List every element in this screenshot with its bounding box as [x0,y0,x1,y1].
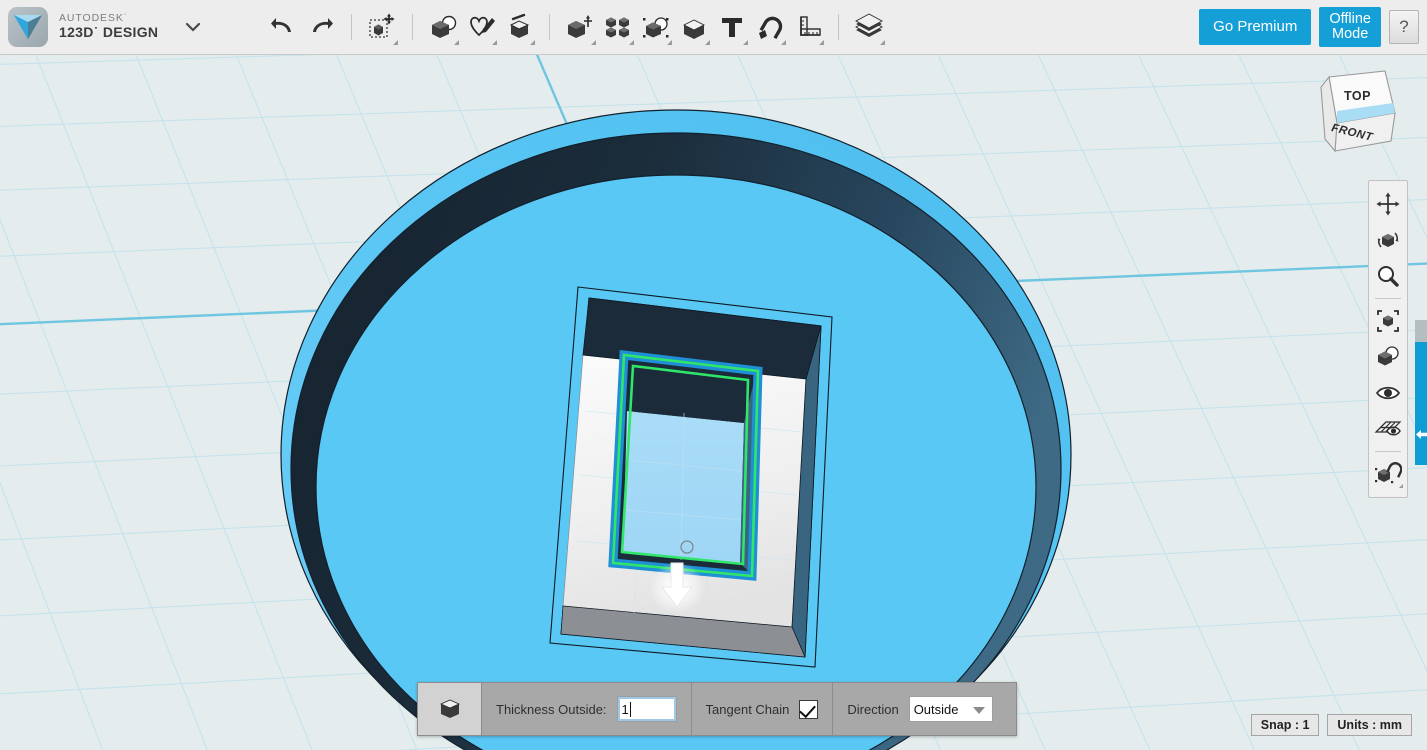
visibility-eye-icon[interactable] [1371,376,1405,410]
combine-cube-icon[interactable] [675,5,713,49]
thickness-group: Thickness Outside: 1 [482,683,692,735]
view-navigation-toolbar [1368,180,1408,498]
brand-text: AUTODESK˙ 123D˙ DESIGN [59,13,158,40]
pattern-grid-icon[interactable] [599,5,637,49]
offline-mode-line1: Offline [1329,12,1371,27]
go-premium-button[interactable]: Go Premium [1199,9,1311,45]
sketch-pen-icon[interactable] [462,5,500,49]
chevron-down-icon [973,707,985,714]
view-scroll-slider[interactable] [1415,320,1427,465]
extrude-direction-arrow-icon[interactable] [649,562,705,614]
thickness-label: Thickness Outside: [496,702,607,717]
direction-value: Outside [914,702,959,717]
zoom-magnifier-icon[interactable] [1371,259,1405,293]
help-button[interactable]: ? [1389,10,1419,44]
top-toolbar: AUTODESK˙ 123D˙ DESIGN [0,0,1427,55]
units-status[interactable]: Units : mm [1327,714,1412,736]
thickness-input-value: 1 [622,702,629,717]
slider-track-active[interactable] [1415,342,1427,465]
status-bar: Snap : 1 Units : mm [1251,714,1412,736]
top-right-actions: Go Premium Offline Mode ? [1199,7,1427,47]
shell-thickness-icon [418,683,482,735]
construct-extrude-icon[interactable] [500,5,538,49]
shell-tool-dialog: Thickness Outside: 1 Tangent Chain Direc… [417,682,1017,736]
modeling-tools [424,5,888,49]
modify-cube-icon[interactable] [561,5,599,49]
orbit-icon[interactable] [1371,223,1405,257]
direction-label: Direction [847,702,898,717]
undo-arrow-icon[interactable] [264,5,302,49]
tangent-chain-label: Tangent Chain [706,702,790,717]
brand-area[interactable]: AUTODESK˙ 123D˙ DESIGN [0,7,202,47]
navbar-divider [1375,298,1401,299]
snap-settings-icon[interactable] [1371,457,1405,491]
toolbar-separator [838,14,839,40]
redo-arrow-icon[interactable] [302,5,340,49]
primitives-cube-sphere-icon[interactable] [424,5,462,49]
text-tool-icon[interactable] [713,5,751,49]
snap-magnet-icon[interactable] [751,5,789,49]
toolbar-separator [351,14,352,40]
tangent-chain-group: Tangent Chain [692,683,834,735]
transform-move-icon[interactable] [363,5,401,49]
offline-mode-button[interactable]: Offline Mode [1319,7,1381,47]
text-caret [630,702,631,717]
brand-line2: 123D˙ DESIGN [59,25,158,41]
viewcube-top-label[interactable]: TOP [1344,89,1371,103]
3d-viewport[interactable]: TOP FRONT [0,55,1427,750]
app-window: AUTODESK˙ 123D˙ DESIGN [0,0,1427,750]
pan-icon[interactable] [1371,187,1405,221]
direction-group: Direction Outside [833,683,1006,735]
direction-dropdown[interactable]: Outside [909,696,993,722]
slider-track-upper[interactable] [1415,320,1427,342]
thickness-input[interactable]: 1 [617,696,677,722]
history-tools [264,5,424,49]
tangent-chain-checkbox[interactable] [799,700,818,719]
toolbar-separator [549,14,550,40]
chevron-down-icon[interactable] [184,18,202,36]
fit-to-view-icon[interactable] [1371,304,1405,338]
inner-rect-pocket[interactable] [616,357,756,573]
display-mode-icon[interactable] [1371,340,1405,374]
shelled-cylinder-model[interactable] [0,55,1427,750]
navbar-divider [1375,451,1401,452]
grouping-cube-circle-icon[interactable] [637,5,675,49]
offline-mode-line2: Mode [1329,27,1371,42]
materials-stack-icon[interactable] [850,5,888,49]
autodesk-123d-logo-icon[interactable] [8,7,48,47]
view-cube[interactable]: TOP FRONT [1311,61,1407,161]
toolbar-separator [412,14,413,40]
grid-display-icon[interactable] [1371,412,1405,446]
measure-ruler-icon[interactable] [789,5,827,49]
snap-status[interactable]: Snap : 1 [1251,714,1320,736]
